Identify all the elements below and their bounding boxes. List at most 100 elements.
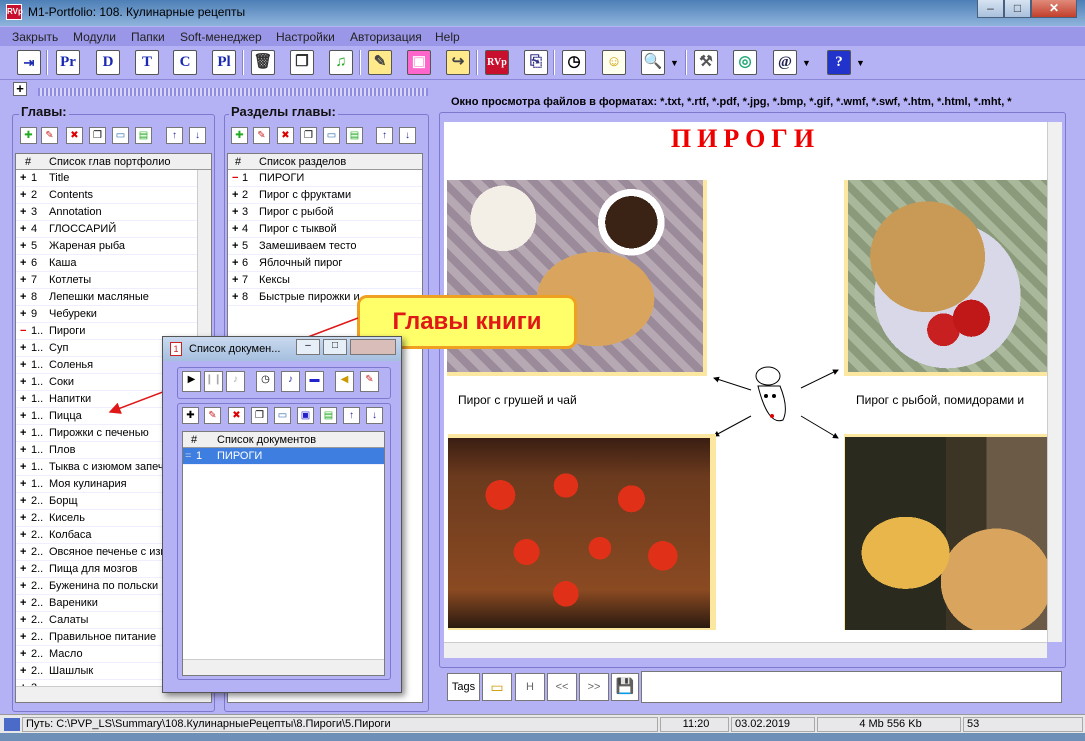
expand-icon[interactable]: + <box>20 546 26 558</box>
music-file-icon[interactable]: ♫ <box>329 50 353 75</box>
blue-panel-icon[interactable]: ▣ <box>297 407 314 424</box>
tools-icon[interactable]: ⚒ <box>694 50 718 75</box>
brush-icon[interactable]: ✎ <box>360 371 379 392</box>
chevron-down-icon[interactable]: ▼ <box>802 58 811 68</box>
menu-modules[interactable]: Модули <box>73 30 116 44</box>
folder-chapter-icon[interactable]: ▭ <box>112 127 129 144</box>
blue-panel-icon[interactable]: ▬ <box>305 371 324 392</box>
copy-chapter-icon[interactable]: ❐ <box>89 127 106 144</box>
folder-document-icon[interactable]: ▭ <box>274 407 291 424</box>
expand-icon[interactable]: + <box>232 274 238 286</box>
menu-settings[interactable]: Настройки <box>276 30 335 44</box>
edit-chapter-icon[interactable]: ✎ <box>41 127 58 144</box>
trash-icon[interactable]: 🗑 <box>251 50 275 75</box>
move-up-icon[interactable]: ↑ <box>166 127 183 144</box>
chevron-down-icon[interactable]: ▼ <box>856 58 865 68</box>
help-icon[interactable]: ? <box>827 50 851 75</box>
expand-icon[interactable]: + <box>232 257 238 269</box>
chapter-row[interactable]: +3 Annotation <box>16 204 211 221</box>
speaker-icon[interactable]: ◀ <box>335 371 354 392</box>
expand-icon[interactable]: + <box>20 461 26 473</box>
note-pencil-icon[interactable]: ✎ <box>368 50 392 75</box>
viewer-hscrollbar[interactable] <box>444 642 1047 658</box>
music-note-icon[interactable]: ♪ <box>281 371 300 392</box>
tags-field[interactable] <box>641 671 1062 703</box>
module-pl-button[interactable]: Pl <box>212 50 236 75</box>
documents-hscrollbar[interactable] <box>183 659 384 675</box>
minimize-button[interactable]: – <box>977 0 1004 18</box>
pause-icon[interactable]: ❙❙ <box>204 371 223 392</box>
rvp-icon[interactable]: RVp <box>485 50 509 75</box>
expand-icon[interactable]: + <box>20 665 26 677</box>
expand-icon[interactable]: + <box>20 597 26 609</box>
menu-close[interactable]: Закрыть <box>12 30 58 44</box>
close-button[interactable]: ✕ <box>1031 0 1077 18</box>
prev-button[interactable]: << <box>547 673 577 701</box>
binoculars-icon[interactable]: 🔍 <box>641 50 665 75</box>
expand-icon[interactable]: + <box>20 291 26 303</box>
expand-icon[interactable]: + <box>232 223 238 235</box>
delete-chapter-icon[interactable]: ✖ <box>66 127 83 144</box>
expand-icon[interactable]: + <box>20 172 26 184</box>
col-name[interactable]: Список разделов <box>259 156 346 168</box>
clock-icon[interactable]: ◷ <box>562 50 586 75</box>
clock-icon[interactable]: ◷ <box>256 371 275 392</box>
section-row[interactable]: +3 Пирог с рыбой <box>228 204 422 221</box>
expand-icon[interactable]: + <box>20 342 26 354</box>
open-folder-icon[interactable]: ▤ <box>320 407 337 424</box>
viewer-vscrollbar[interactable] <box>1047 122 1062 642</box>
chevron-down-icon[interactable]: ▼ <box>670 58 679 68</box>
module-c-button[interactable]: C <box>173 50 197 75</box>
chapter-row[interactable]: +6 Каша <box>16 255 211 272</box>
module-t-button[interactable]: T <box>135 50 159 75</box>
copy-document-icon[interactable]: ❐ <box>251 407 268 424</box>
folder-export-icon[interactable]: ↪ <box>446 50 470 75</box>
section-row[interactable]: +7 Кексы <box>228 272 422 289</box>
home-button[interactable]: H <box>515 673 545 701</box>
expand-icon[interactable]: + <box>20 274 26 286</box>
section-row[interactable]: +6 Яблочный пирог <box>228 255 422 272</box>
clipboard-icon[interactable]: ⎘ <box>524 50 548 75</box>
expand-icon[interactable]: + <box>20 529 26 541</box>
exit-icon[interactable]: ⇥ <box>17 50 41 75</box>
copy-icon[interactable]: ❐ <box>290 50 314 75</box>
expand-icon[interactable]: + <box>20 495 26 507</box>
move-down-icon[interactable]: ↓ <box>366 407 383 424</box>
chapter-row[interactable]: +5 Жареная рыба <box>16 238 211 255</box>
expand-icon[interactable]: + <box>20 614 26 626</box>
collapse-icon[interactable]: − <box>232 172 238 184</box>
delete-section-icon[interactable]: ✖ <box>277 127 294 144</box>
expand-icon[interactable]: + <box>232 291 238 303</box>
splitter-handle[interactable] <box>38 88 428 96</box>
chapter-row[interactable]: +7 Котлеты <box>16 272 211 289</box>
col-name[interactable]: Список глав портфолио <box>49 156 170 168</box>
section-row[interactable]: −1 ПИРОГИ <box>228 170 422 187</box>
add-chapter-icon[interactable]: ✚ <box>20 127 37 144</box>
expand-icon[interactable]: + <box>20 376 26 388</box>
chapter-row[interactable]: +4 ГЛОССАРИЙ <box>16 221 211 238</box>
section-row[interactable]: +4 Пирог с тыквой <box>228 221 422 238</box>
expand-icon[interactable]: + <box>20 393 26 405</box>
expand-icon[interactable]: + <box>20 580 26 592</box>
play-icon[interactable]: ▶ <box>182 371 201 392</box>
expand-icon[interactable]: + <box>232 206 238 218</box>
music-note-icon[interactable]: ♪ <box>226 371 245 392</box>
menu-help[interactable]: Help <box>435 30 460 44</box>
expand-icon[interactable]: + <box>20 512 26 524</box>
module-d-button[interactable]: D <box>96 50 120 75</box>
expand-icon[interactable]: + <box>20 206 26 218</box>
edit-document-icon[interactable]: ✎ <box>204 407 221 424</box>
minimize-button[interactable]: – <box>296 339 320 355</box>
chapter-row[interactable]: +1 Title <box>16 170 211 187</box>
document-row[interactable]: = 1 ПИРОГИ <box>183 448 384 465</box>
menu-authorization[interactable]: Авторизация <box>350 30 422 44</box>
folder-section-icon[interactable]: ▭ <box>323 127 340 144</box>
chapter-row[interactable]: +2 Contents <box>16 187 211 204</box>
maximize-button[interactable]: □ <box>1004 0 1031 18</box>
expand-icon[interactable]: + <box>20 257 26 269</box>
menu-soft-manager[interactable]: Soft-менеджер <box>180 30 262 44</box>
add-document-icon[interactable]: ✚ <box>182 407 199 424</box>
add-panel-button[interactable]: + <box>13 82 27 96</box>
expand-icon[interactable]: + <box>20 359 26 371</box>
expand-icon[interactable]: + <box>20 563 26 575</box>
